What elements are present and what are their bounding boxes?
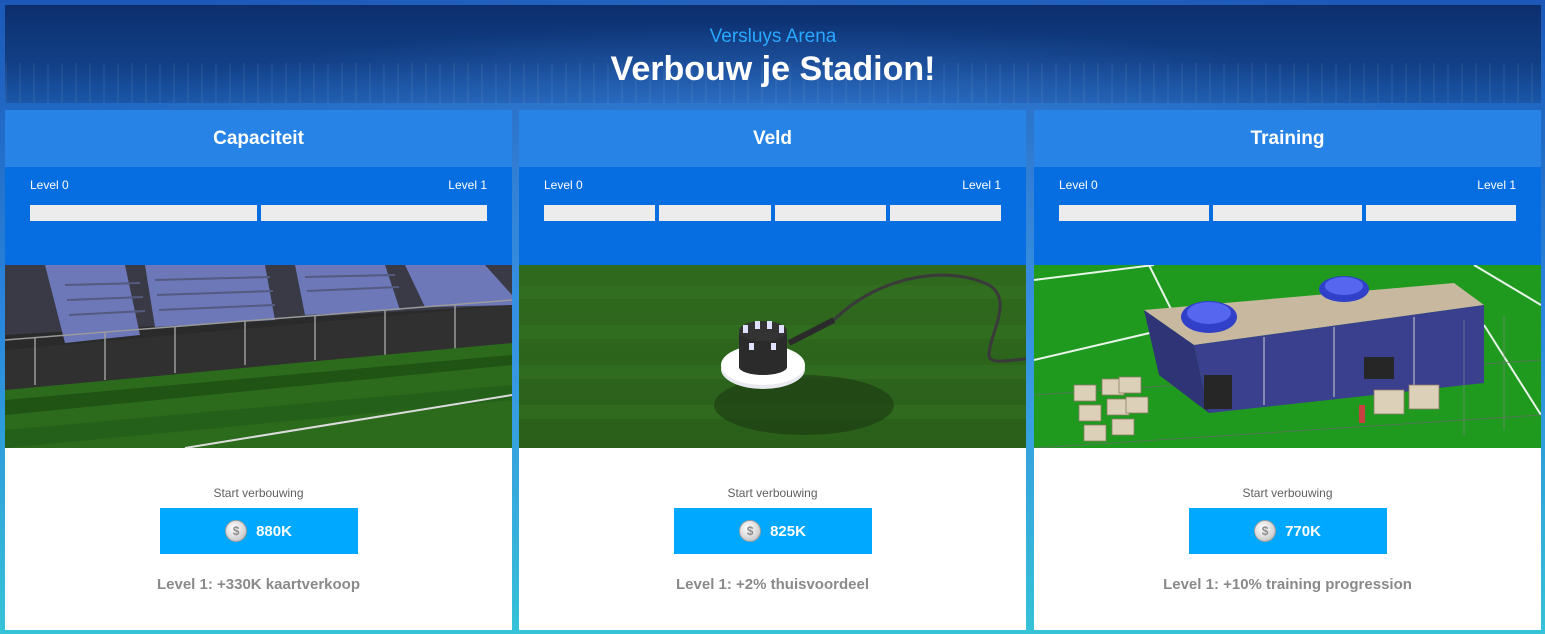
level-bonus: Level 1: +2% thuisvoordeel	[676, 576, 869, 593]
level-to-label: Level 1	[1477, 178, 1516, 192]
training-facility-image	[1034, 265, 1541, 448]
progress-bar	[30, 205, 487, 221]
coin-icon: $	[1254, 520, 1277, 542]
card-veld: Veld Level 0 Level 1 Start verbouwing $ …	[519, 110, 1026, 630]
coin-icon: $	[225, 520, 248, 542]
progress-segment	[544, 205, 656, 221]
progress-segment	[659, 205, 771, 221]
start-upgrade-label: Start verbouwing	[1242, 486, 1333, 500]
stadium-name: Versluys Arena	[709, 26, 837, 47]
card-title: Capaciteit	[5, 110, 512, 167]
progress-segment	[1366, 205, 1517, 221]
start-upgrade-label: Start verbouwing	[213, 486, 304, 500]
page-header: Versluys Arena Verbouw je Stadion!	[5, 5, 1541, 103]
coin-icon: $	[739, 520, 762, 542]
upgrade-cost: 825K	[770, 522, 806, 540]
progress-segment	[1059, 205, 1209, 221]
level-bonus: Level 1: +330K kaartverkoop	[156, 576, 361, 593]
level-to-label: Level 1	[962, 178, 1001, 192]
upgrade-cards: Capaciteit Level 0 Level 1 Start verbouw…	[5, 110, 1541, 630]
card-title: Training	[1034, 110, 1541, 167]
start-upgrade-button[interactable]: $ 880K	[159, 508, 358, 554]
field-image	[519, 265, 1026, 448]
upgrade-cost: 770K	[1285, 522, 1321, 540]
level-progress: Level 0 Level 1	[519, 167, 1026, 265]
level-progress: Level 0 Level 1	[5, 167, 512, 265]
progress-bar	[1059, 205, 1517, 221]
card-training: Training Level 0 Level 1 Start verbouwin…	[1034, 110, 1541, 630]
progress-segment	[1212, 205, 1363, 221]
level-to-label: Level 1	[448, 178, 487, 192]
level-bonus: Level 1: +10% training progression	[1163, 576, 1412, 593]
start-upgrade-button[interactable]: $ 770K	[1188, 508, 1387, 554]
page-title: Verbouw je Stadion!	[610, 50, 936, 88]
progress-segment	[260, 205, 487, 221]
level-from-label: Level 0	[30, 178, 69, 192]
progress-segment	[889, 205, 1001, 221]
start-upgrade-label: Start verbouwing	[727, 486, 818, 500]
progress-segment	[774, 205, 886, 221]
level-from-label: Level 0	[544, 178, 583, 192]
level-progress: Level 0 Level 1	[1034, 167, 1541, 265]
start-upgrade-button[interactable]: $ 825K	[673, 508, 872, 554]
level-from-label: Level 0	[1059, 178, 1098, 192]
upgrade-cost: 880K	[256, 522, 292, 540]
progress-bar	[544, 205, 1001, 221]
stands-image	[5, 265, 512, 448]
card-capaciteit: Capaciteit Level 0 Level 1 Start verbouw…	[5, 110, 512, 630]
progress-segment	[30, 205, 257, 221]
card-title: Veld	[519, 110, 1026, 167]
